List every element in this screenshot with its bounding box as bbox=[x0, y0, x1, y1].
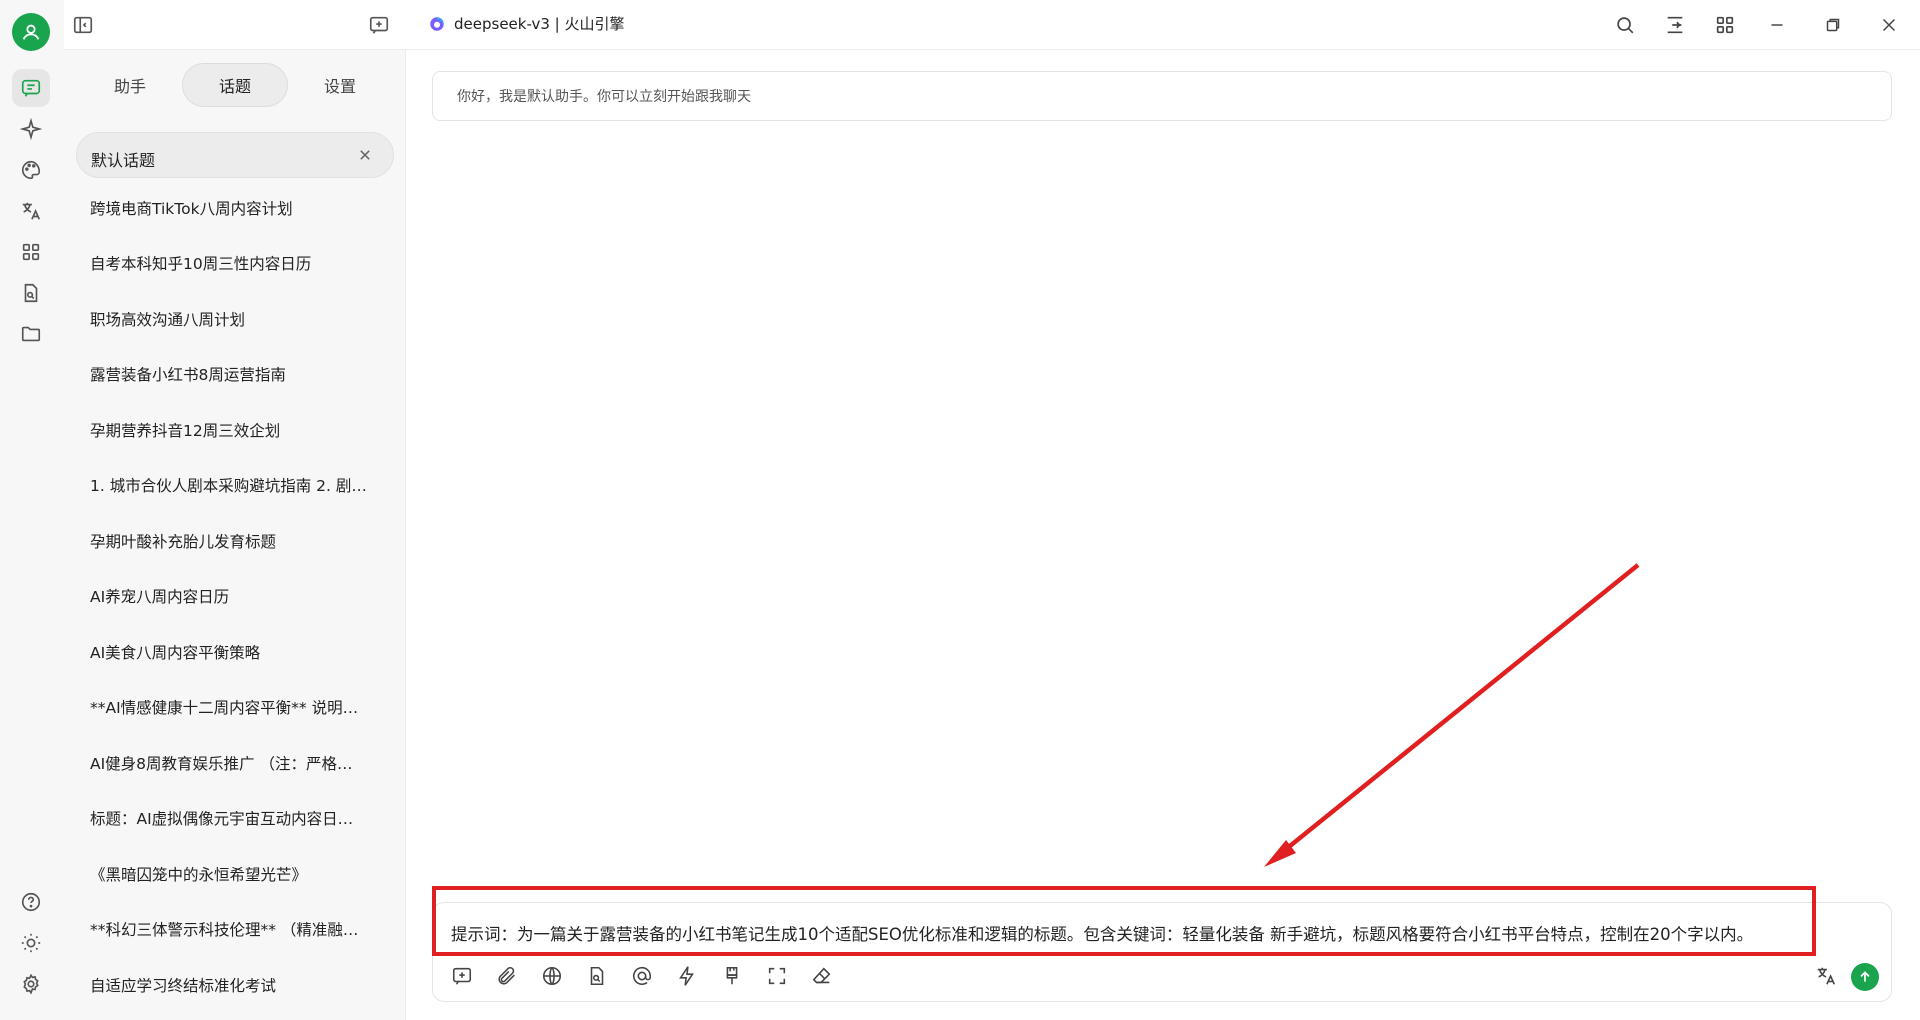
apps-nav-button[interactable] bbox=[12, 233, 50, 271]
topic-item[interactable]: 职场高效沟通八周计划 bbox=[76, 291, 394, 347]
topic-item[interactable]: 自适应学习终结标准化考试 bbox=[76, 957, 394, 1013]
topic-item[interactable]: 《黑暗囚笼中的永恒希望光芒》 bbox=[76, 846, 394, 902]
topic-item[interactable]: 标题：AI虚拟偶像元宇宙互动内容日… bbox=[76, 791, 394, 847]
tab-assistant[interactable]: 助手 bbox=[78, 63, 182, 107]
topic-item[interactable]: 自考本科知乎10周三性内容日历 bbox=[76, 236, 394, 292]
composer-toolbar bbox=[449, 963, 835, 989]
attach-button[interactable] bbox=[494, 963, 520, 989]
knowledge-base-button[interactable] bbox=[584, 963, 610, 989]
top-bar: deepseek-v3 | 火山引擎 bbox=[64, 0, 1920, 50]
tab-settings[interactable]: 设置 bbox=[288, 63, 392, 107]
restore-icon bbox=[1826, 18, 1840, 32]
close-button[interactable] bbox=[1876, 12, 1902, 38]
help-icon bbox=[21, 892, 41, 912]
brush-icon bbox=[726, 966, 738, 985]
assistant-greeting-message: 你好，我是默认助手。你可以立刻开始跟我聊天 bbox=[432, 71, 1892, 121]
topic-sidebar: 助手 话题 设置 默认话题 跨境电商TikTok八周内容计划 自考本科知乎10周… bbox=[64, 50, 406, 1020]
paint-nav-button[interactable] bbox=[12, 151, 50, 189]
topic-item[interactable]: 孕期叶酸补充胎儿发育标题 bbox=[76, 513, 394, 569]
sparkle-icon bbox=[20, 118, 42, 140]
folder-nav-button[interactable] bbox=[12, 315, 50, 353]
new-chat-icon bbox=[452, 967, 472, 985]
search-button[interactable] bbox=[1612, 12, 1638, 38]
chat-nav-button[interactable] bbox=[12, 69, 50, 107]
sidebar-tabs: 助手 话题 设置 bbox=[78, 63, 392, 107]
window-title-text: deepseek-v3 | 火山引擎 bbox=[454, 15, 625, 33]
model-logo-icon bbox=[430, 16, 444, 31]
minimize-icon bbox=[1771, 24, 1783, 26]
palette-icon bbox=[22, 160, 41, 180]
files-nav-button[interactable] bbox=[12, 274, 50, 312]
translate-input-button[interactable] bbox=[1813, 963, 1839, 989]
app-window: deepseek-v3 | 火山引擎 助手 话题 设置 默认话题 跨境电商Tik… bbox=[0, 0, 1920, 1020]
fullscreen-button[interactable] bbox=[764, 963, 790, 989]
grid-icon bbox=[22, 243, 40, 261]
web-search-button[interactable] bbox=[539, 963, 565, 989]
arrow-up-icon bbox=[1860, 971, 1870, 982]
globe-icon bbox=[542, 966, 562, 986]
paperclip-icon bbox=[498, 966, 515, 985]
topic-item[interactable]: 跨境电商TikTok八周内容计划 bbox=[76, 180, 394, 236]
sun-icon bbox=[21, 933, 41, 953]
eraser-icon bbox=[812, 967, 831, 984]
gear-icon bbox=[23, 973, 39, 995]
clear-button[interactable] bbox=[809, 963, 835, 989]
at-sign-icon bbox=[632, 967, 652, 985]
format-brush-button[interactable] bbox=[719, 963, 745, 989]
document-search-icon bbox=[24, 283, 38, 303]
current-topic-label: 默认话题 bbox=[91, 151, 156, 170]
close-icon[interactable] bbox=[355, 145, 375, 165]
layout-grid-button[interactable] bbox=[1712, 12, 1738, 38]
tab-topics[interactable]: 话题 bbox=[182, 63, 288, 107]
new-topic-tool-button[interactable] bbox=[449, 963, 475, 989]
translate-icon bbox=[22, 202, 41, 220]
translate-icon bbox=[1817, 967, 1835, 985]
settings-nav-button[interactable] bbox=[12, 965, 50, 1003]
document-search-icon bbox=[590, 966, 604, 986]
topic-item[interactable]: AI健身8周教育娱乐推广 （注：严格… bbox=[76, 735, 394, 791]
restore-button[interactable] bbox=[1820, 12, 1846, 38]
folder-icon bbox=[21, 326, 41, 342]
send-button[interactable] bbox=[1851, 963, 1879, 991]
help-nav-button[interactable] bbox=[12, 883, 50, 921]
fullscreen-icon bbox=[768, 967, 786, 985]
agents-nav-button[interactable] bbox=[12, 110, 50, 148]
topic-item[interactable]: **科幻三体警示科技伦理** （精准融… bbox=[76, 902, 394, 958]
expand-view-button[interactable] bbox=[1662, 12, 1688, 38]
icon-rail bbox=[0, 0, 64, 1020]
user-avatar[interactable] bbox=[12, 13, 50, 51]
quick-phrases-button[interactable] bbox=[674, 963, 700, 989]
mention-model-button[interactable] bbox=[629, 963, 655, 989]
search-icon bbox=[1617, 17, 1634, 34]
topic-list: 跨境电商TikTok八周内容计划 自考本科知乎10周三性内容日历 职场高效沟通八… bbox=[76, 180, 394, 1013]
topic-item[interactable]: 露营装备小红书8周运营指南 bbox=[76, 347, 394, 403]
close-icon bbox=[1882, 18, 1896, 32]
topic-item[interactable]: AI美食八周内容平衡策略 bbox=[76, 624, 394, 680]
current-topic-item[interactable]: 默认话题 bbox=[76, 132, 394, 178]
user-icon bbox=[22, 24, 40, 40]
chat-main: 你好，我是默认助手。你可以立刻开始跟我聊天 提示词：为一篇关于露营装备的小红书笔… bbox=[406, 50, 1920, 1020]
minimize-button[interactable] bbox=[1764, 12, 1790, 38]
topic-item[interactable]: AI养宠八周内容日历 bbox=[76, 569, 394, 625]
lightning-icon bbox=[679, 966, 694, 986]
expand-icon bbox=[1667, 16, 1683, 34]
chat-icon bbox=[21, 79, 41, 97]
grid-icon bbox=[1716, 16, 1734, 34]
theme-nav-button[interactable] bbox=[12, 924, 50, 962]
topic-item[interactable]: 孕期营养抖音12周三效企划 bbox=[76, 402, 394, 458]
window-title: deepseek-v3 | 火山引擎 bbox=[428, 13, 624, 34]
annotation-highlight-box bbox=[432, 886, 1816, 956]
sidebar-collapse-icon bbox=[73, 16, 93, 34]
new-chat-icon bbox=[369, 16, 389, 34]
topic-item[interactable]: 1. 城市合伙人剧本采购避坑指南 2. 剧… bbox=[76, 458, 394, 514]
toggle-sidebar-button[interactable] bbox=[70, 12, 96, 38]
translate-nav-button[interactable] bbox=[12, 192, 50, 230]
topic-item[interactable]: **AI情感健康十二周内容平衡** 说明… bbox=[76, 680, 394, 736]
new-topic-button[interactable] bbox=[366, 12, 392, 38]
